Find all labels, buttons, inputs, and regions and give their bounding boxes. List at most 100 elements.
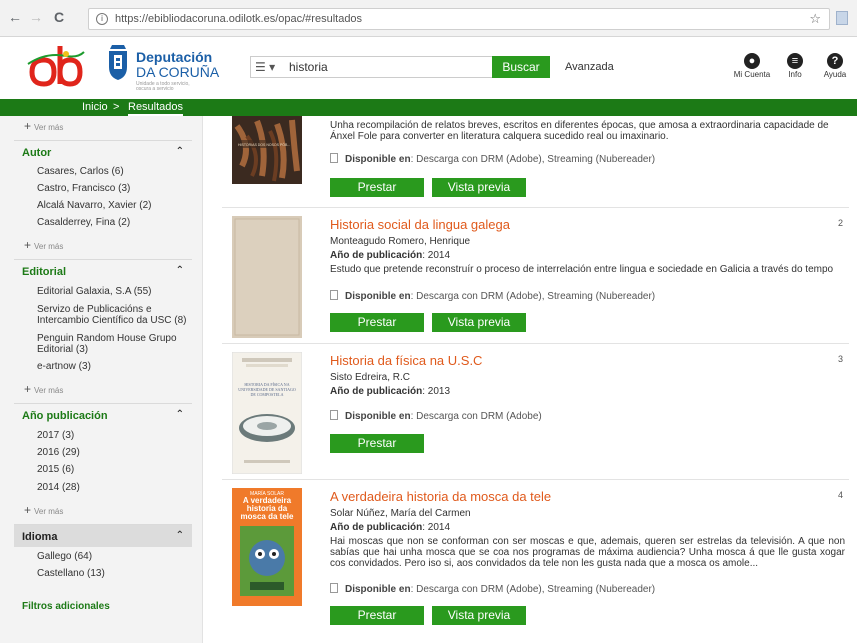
my-account-button[interactable]: ● Mi Cuenta bbox=[732, 53, 772, 79]
document-icon bbox=[330, 153, 338, 163]
book-cover[interactable] bbox=[232, 216, 302, 338]
preview-button[interactable]: Vista previa bbox=[432, 313, 526, 332]
my-account-label: Mi Cuenta bbox=[733, 70, 771, 79]
cover-title: A verdadeira historia da mosca da tele bbox=[240, 497, 294, 521]
reload-icon[interactable]: C bbox=[50, 8, 68, 26]
result-title[interactable]: Historia da física na U.S.C bbox=[330, 353, 482, 368]
ver-mas-link[interactable]: + Ver más bbox=[24, 382, 63, 396]
document-icon bbox=[330, 290, 338, 300]
filter-header-editorial[interactable]: Editorial ⌃ bbox=[14, 259, 192, 279]
plus-icon: + bbox=[24, 119, 32, 133]
search-mode-dropdown[interactable]: ☰ ▾ bbox=[255, 60, 275, 74]
cover-title: HISTORIA DA FÍSICA NA UNIVERSIDADE DE SA… bbox=[238, 382, 296, 397]
deputacion-logo[interactable]: Deputación DA CORUÑA Unidade a todo serv… bbox=[106, 41, 236, 93]
help-label: Ayuda bbox=[823, 70, 847, 79]
info-label: Info bbox=[788, 70, 802, 79]
result-item: Historia social da lingua galega Monteag… bbox=[222, 208, 849, 344]
filters-sidebar: + Ver más Autor ⌃ Casares, Carlos (6) Cast… bbox=[0, 116, 203, 643]
result-description: Estudo que pretende reconstruír o proces… bbox=[330, 264, 834, 275]
result-item: HISTORIA DA FÍSICA NA UNIVERSIDADE DE SA… bbox=[222, 344, 849, 480]
ebiblio-logo[interactable] bbox=[26, 42, 86, 88]
breadcrumb-bar: Inicio > Resultados bbox=[0, 99, 857, 116]
filter-item[interactable]: Castro, Francisco (3) bbox=[37, 183, 197, 194]
filter-item[interactable]: 2017 (3) bbox=[37, 430, 197, 441]
site-info-icon[interactable]: i bbox=[96, 13, 108, 25]
filter-item[interactable]: Casalderrey, Fina (2) bbox=[37, 217, 197, 228]
availability-text: Disponible en: Descarga con DRM (Adobe),… bbox=[330, 153, 655, 165]
browser-toolbar: ← → C i https://ebibliodacoruna.odilotk.… bbox=[0, 0, 857, 37]
ver-mas-link[interactable]: + Ver más bbox=[24, 119, 63, 133]
breadcrumb-separator: > bbox=[113, 101, 120, 113]
filter-item[interactable]: e-artnow (3) bbox=[37, 361, 197, 372]
lend-button[interactable]: Prestar bbox=[330, 434, 424, 453]
plus-icon: + bbox=[24, 382, 32, 396]
book-cover[interactable]: MARÍA SOLAR A verdadeira historia da mos… bbox=[232, 488, 302, 606]
additional-filters-link[interactable]: Filtros adicionales bbox=[22, 601, 110, 612]
filter-item[interactable]: Alcalá Navarro, Xavier (2) bbox=[37, 200, 197, 211]
availability-text: Disponible en: Descarga con DRM (Adobe),… bbox=[330, 290, 655, 302]
advanced-search-link[interactable]: Avanzada bbox=[565, 61, 614, 73]
filter-item[interactable]: Penguin Random House Grupo Editorial (3) bbox=[37, 333, 197, 355]
result-year: Año de publicación: 2013 bbox=[330, 386, 451, 397]
back-icon[interactable]: ← bbox=[6, 8, 24, 26]
lend-button[interactable]: Prestar bbox=[330, 313, 424, 332]
url-text[interactable]: https://ebibliodacoruna.odilotk.es/opac/… bbox=[115, 13, 362, 25]
availability-text: Disponible en: Descarga con DRM (Adobe),… bbox=[330, 583, 655, 595]
brand-name-line1: Deputación bbox=[136, 49, 213, 65]
brand-tagline: Unidade a todo servicio, oscura a servic… bbox=[136, 81, 190, 92]
lend-button[interactable]: Prestar bbox=[330, 606, 424, 625]
ver-mas-link[interactable]: + Ver más bbox=[24, 238, 63, 252]
search-button[interactable]: Buscar bbox=[492, 56, 550, 78]
address-bar[interactable]: i https://ebibliodacoruna.odilotk.es/opa… bbox=[88, 8, 830, 30]
result-number: 2 bbox=[837, 218, 843, 228]
result-number: 3 bbox=[837, 354, 843, 364]
plus-icon: + bbox=[24, 238, 32, 252]
filter-item[interactable]: Gallego (64) bbox=[37, 551, 197, 562]
filter-item[interactable]: Servizo de Publicacións e Intercambio Ci… bbox=[37, 304, 197, 326]
filter-item[interactable]: 2016 (29) bbox=[37, 447, 197, 458]
filter-item[interactable]: Editorial Galaxia, S.A (55) bbox=[37, 286, 197, 297]
chevron-up-icon: ⌃ bbox=[175, 146, 184, 157]
result-author[interactable]: Monteagudo Romero, Henrique bbox=[330, 236, 470, 247]
breadcrumb-home[interactable]: Inicio bbox=[82, 101, 108, 113]
brand-name-line2: DA CORUÑA bbox=[136, 64, 220, 80]
document-icon bbox=[330, 410, 338, 420]
search-input[interactable] bbox=[289, 59, 489, 75]
ver-mas-link[interactable]: + Ver más bbox=[24, 503, 63, 517]
result-author[interactable]: Solar Núñez, María del Carmen bbox=[330, 508, 471, 519]
result-year: Año de publicación: 2014 bbox=[330, 250, 451, 261]
menu-icon: ≡ bbox=[787, 53, 803, 69]
document-icon bbox=[330, 583, 338, 593]
info-button[interactable]: ≡ Info bbox=[780, 53, 810, 79]
book-cover[interactable]: HISTORIA DA FÍSICA NA UNIVERSIDADE DE SA… bbox=[232, 352, 302, 474]
filter-header-ano[interactable]: Año publicación ⌃ bbox=[14, 403, 192, 423]
filter-item[interactable]: 2015 (6) bbox=[37, 464, 197, 475]
breadcrumb-current[interactable]: Resultados bbox=[128, 101, 184, 116]
cover-author: MARÍA SOLAR bbox=[250, 490, 284, 497]
help-button[interactable]: ? Ayuda bbox=[820, 53, 850, 79]
filter-header-idioma[interactable]: Idioma ⌃ bbox=[14, 524, 192, 547]
filter-header-autor[interactable]: Autor ⌃ bbox=[14, 140, 192, 160]
forward-icon[interactable]: → bbox=[27, 8, 45, 26]
result-description: Unha recompilación de relatos breves, es… bbox=[330, 120, 829, 142]
preview-button[interactable]: Vista previa bbox=[432, 178, 526, 197]
result-title[interactable]: Historia social da lingua galega bbox=[330, 217, 510, 232]
result-author[interactable]: Sisto Edreira, R.C bbox=[330, 372, 410, 383]
lend-button[interactable]: Prestar bbox=[330, 178, 424, 197]
bookmark-star-icon[interactable]: ☆ bbox=[809, 11, 821, 27]
result-title[interactable]: A verdadeira historia da mosca da tele bbox=[330, 489, 551, 504]
result-item: MARÍA SOLAR A verdadeira historia da mos… bbox=[222, 480, 849, 643]
filter-item[interactable]: Casares, Carlos (6) bbox=[37, 166, 197, 177]
availability-text: Disponible en: Descarga con DRM (Adobe) bbox=[330, 410, 542, 422]
filter-item[interactable]: 2014 (28) bbox=[37, 482, 197, 493]
chevron-up-icon: ⌃ bbox=[175, 530, 184, 541]
extension-icon[interactable] bbox=[836, 11, 848, 25]
preview-button[interactable]: Vista previa bbox=[432, 606, 526, 625]
cover-title: HISTORIAS DOS NOSOS PÓB... bbox=[238, 142, 290, 147]
result-year: Año de publicación: 2014 bbox=[330, 522, 451, 533]
result-number: 4 bbox=[837, 490, 843, 500]
book-cover[interactable]: HISTORIAS DOS NOSOS PÓB... bbox=[232, 116, 302, 184]
chevron-up-icon: ⌃ bbox=[175, 265, 184, 276]
filter-item[interactable]: Castellano (13) bbox=[37, 568, 197, 579]
result-description: Hai moscas que non se conforman con ser … bbox=[330, 536, 845, 569]
